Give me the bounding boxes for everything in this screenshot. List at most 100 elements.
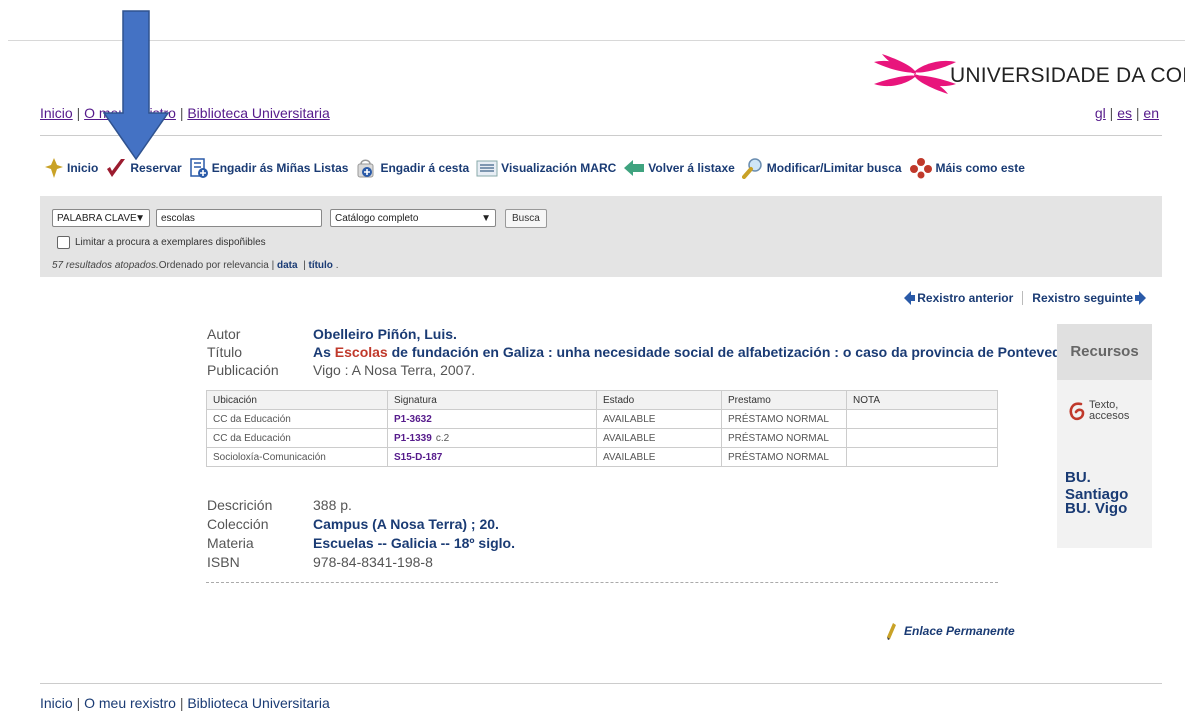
eresource-label: Texto, accesos (1089, 399, 1130, 422)
eresource-link[interactable]: Texto, accesos (1067, 400, 1131, 422)
cell-status: AVAILABLE (596, 428, 722, 448)
title-label: Título (207, 344, 243, 360)
footer-link-library[interactable]: Biblioteca Universitaria (187, 695, 329, 711)
toolbar-add-to-basket-label: Engadir á cesta (380, 161, 470, 175)
eresource-icon (1069, 402, 1085, 421)
cell-loan: PRÉSTAMO NORMAL (721, 447, 847, 467)
toolbar-inicio[interactable]: Inicio (44, 157, 98, 179)
subject-label: Materia (207, 535, 254, 551)
language-switcher: gl | es | en (1095, 105, 1159, 121)
cell-status: AVAILABLE (596, 409, 722, 429)
nav-link-inicio[interactable]: Inicio (40, 105, 73, 121)
previous-arrow-icon (904, 291, 916, 305)
toolbar-add-to-lists-label: Engadir ás Miñas Listas (211, 161, 349, 175)
search-input-value: escolas (161, 213, 195, 224)
toolbar-add-to-lists[interactable]: Engadir ás Miñas Listas (189, 157, 349, 179)
call-number-link[interactable]: P1-1339 (394, 433, 432, 444)
toolbar-reservar-label: Reservar (130, 161, 182, 175)
toolbar-modify-search-label: Modificar/Limitar busca (766, 161, 902, 175)
subject-link[interactable]: Escuelas -- Galicia -- 18º siglo. (313, 535, 515, 551)
footer-link-inicio[interactable]: Inicio (40, 695, 73, 711)
col-header-loan: Prestamo (721, 390, 847, 410)
university-name: UNIVERSIDADE DA CORUÑA (950, 64, 1185, 87)
toolbar-marc-view[interactable]: Visualización MARC (476, 157, 616, 179)
home-icon (45, 158, 63, 178)
logo-emblem-icon (874, 54, 956, 94)
cell-location: CC da Educación (206, 409, 388, 429)
cell-loan: PRÉSTAMO NORMAL (721, 409, 847, 429)
nav-divider (40, 135, 1162, 136)
limit-available-checkbox[interactable] (57, 236, 70, 249)
toolbar-more-like-this-label: Máis como este (935, 161, 1025, 175)
footer-separator: | (76, 695, 85, 711)
lang-link-en[interactable]: en (1143, 105, 1159, 121)
author-label: Autor (207, 326, 241, 342)
description-label: Descrición (207, 497, 273, 513)
cluster-icon (909, 158, 932, 179)
collection-link[interactable]: Campus (A Nosa Terra) ; 20. (313, 516, 499, 532)
toolbar-back-to-list[interactable]: Volver á listaxe (623, 157, 735, 179)
annotation-arrow-icon (103, 10, 169, 160)
next-arrow-icon (1135, 291, 1146, 305)
collection-label: Colección (207, 516, 269, 532)
nav-separator: | (76, 105, 85, 121)
toolbar-modify-search[interactable]: Modificar/Limitar busca (741, 157, 902, 179)
checkmark-icon (107, 159, 126, 177)
magnifier-icon (741, 158, 762, 179)
next-record-link[interactable]: Rexistro seguinte (1032, 291, 1133, 305)
search-field-select-value: PALABRA CLAVE (57, 213, 137, 224)
search-scope-select[interactable]: Catálogo completo ▼ (330, 209, 496, 227)
bu-santiago-link[interactable]: BU. Santiago (1065, 469, 1152, 503)
title-prefix: As (313, 344, 335, 360)
record-navigation: Rexistro anterior Rexistro seguinte (903, 290, 1147, 306)
toolbar-add-to-basket[interactable]: Engadir á cesta (355, 157, 469, 179)
publication-value: Vigo : A Nosa Terra, 2007. (313, 362, 476, 378)
search-button[interactable]: Busca (505, 209, 547, 228)
holdings-table: Ubicación Signatura Estado Prestamo NOTA… (206, 390, 998, 467)
bu-vigo-link[interactable]: BU. Vigo (1065, 500, 1127, 517)
lang-link-es[interactable]: es (1117, 105, 1132, 121)
cell-status: AVAILABLE (596, 447, 722, 467)
resources-sidebar: Recursos Texto, accesos BU. Santiago BU.… (1057, 324, 1152, 548)
toolbar-marc-view-label: Visualización MARC (501, 161, 617, 175)
cell-note (846, 447, 998, 467)
record-nav-separator (1022, 291, 1024, 305)
previous-record-link[interactable]: Rexistro anterior (917, 291, 1013, 305)
results-count: 57 resultados atopados. (52, 260, 159, 271)
resources-title: Recursos (1057, 324, 1152, 380)
description-value: 388 p. (313, 497, 352, 513)
cell-note (846, 409, 998, 429)
publication-label: Publicación (207, 362, 279, 378)
lang-link-gl[interactable]: gl (1095, 105, 1106, 121)
call-number-link[interactable]: S15-D-187 (394, 452, 442, 463)
sort-by-title-link[interactable]: título (308, 260, 332, 271)
footer-divider (40, 683, 1162, 684)
title-highlight: Escolas (334, 344, 388, 360)
results-sorted-by: Ordenado por relevancia (158, 260, 269, 271)
table-row: CC da Educación P1-1339 c.2 AVAILABLE PRÉ… (206, 428, 998, 448)
toolbar-reservar[interactable]: Reservar (105, 157, 182, 179)
permalink[interactable]: Enlace Permanente (886, 622, 1015, 640)
toolbar-more-like-this[interactable]: Máis como este (909, 157, 1025, 179)
list-add-icon (189, 158, 208, 178)
table-row: CC da Educación P1-3632 AVAILABLE PRÉSTA… (206, 409, 998, 429)
col-header-status: Estado (596, 390, 722, 410)
search-field-select[interactable]: PALABRA CLAVE ▼ (52, 209, 150, 227)
isbn-value: 978-84-8341-198-8 (313, 554, 433, 570)
sort-by-date-link[interactable]: data (277, 260, 298, 271)
footer-nav: Inicio | O meu rexistro | Biblioteca Uni… (40, 695, 330, 711)
toolbar-back-to-list-label: Volver á listaxe (648, 161, 735, 175)
cell-call-number: P1-1339 c.2 (387, 428, 597, 448)
cell-call-number: S15-D-187 (387, 447, 597, 467)
search-panel: PALABRA CLAVE ▼ escolas Catálogo complet… (40, 196, 1162, 277)
cell-location: Socioloxía-Comunicación (206, 447, 388, 467)
call-number-link[interactable]: P1-3632 (394, 414, 432, 425)
title-value: As Escolas de fundación en Galiza : unha… (313, 344, 1074, 360)
nav-link-library[interactable]: Biblioteca Universitaria (187, 105, 329, 121)
toolbar-inicio-label: Inicio (67, 161, 99, 175)
cell-note (846, 428, 998, 448)
author-link[interactable]: Obelleiro Piñón, Luis. (313, 326, 457, 342)
footer-link-my-record[interactable]: O meu rexistro (84, 695, 176, 711)
search-input[interactable]: escolas (156, 209, 322, 227)
record-divider (206, 582, 998, 583)
